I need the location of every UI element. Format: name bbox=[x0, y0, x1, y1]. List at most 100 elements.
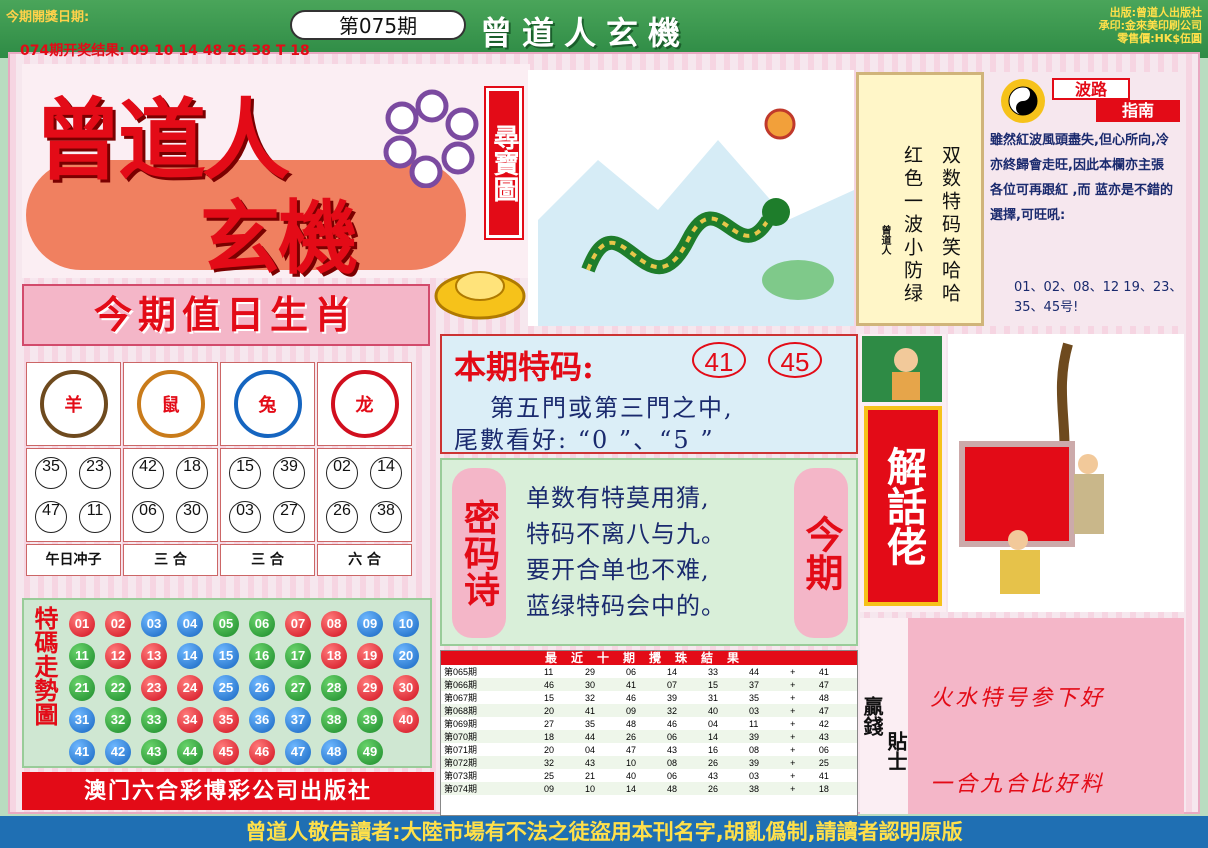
trend-ball: 42 bbox=[105, 739, 131, 765]
special-line-2: 尾數看好: “0 ”、“5 ” bbox=[454, 426, 715, 454]
issue-badge: 第075期 bbox=[290, 10, 466, 40]
trend-ball: 27 bbox=[285, 675, 311, 701]
zodiac-numbers: 35 23 47 11 bbox=[26, 448, 121, 542]
results-cell: 25 bbox=[543, 770, 554, 781]
results-cell: 21 bbox=[584, 770, 595, 781]
results-cell: 43 bbox=[708, 770, 719, 781]
trend-row: 41 42 43 44 45 46 47 48 49 bbox=[64, 736, 434, 768]
results-cell: 47 bbox=[818, 705, 829, 716]
trend-ball: 17 bbox=[285, 643, 311, 669]
trend-ball: 46 bbox=[249, 739, 275, 765]
results-cell: 37 bbox=[749, 679, 760, 690]
special-box: 本期特码: 41 45 第五門或第三門之中, 尾數看好: “0 ”、“5 ” bbox=[440, 334, 858, 454]
results-row: 第066期 46 30 41 07 15 37 +47 bbox=[441, 678, 857, 691]
trend-ball: 24 bbox=[177, 675, 203, 701]
results-cell: 第067期 bbox=[444, 693, 478, 703]
zodiac-number: 11 bbox=[79, 501, 111, 533]
trend-ball: 09 bbox=[357, 611, 383, 637]
trend-ball: 01 bbox=[69, 611, 95, 637]
brand-title: 曾道人玄機 bbox=[480, 14, 691, 52]
jiehua-panel: 解話佬 bbox=[860, 334, 946, 612]
special-number-2: 45 bbox=[768, 342, 822, 378]
trend-ball: 28 bbox=[321, 675, 347, 701]
trend-ball: 03 bbox=[141, 611, 167, 637]
results-cell: 32 bbox=[667, 705, 678, 716]
results-row: 第070期 18 44 26 06 14 39 +43 bbox=[441, 730, 857, 743]
results-cell: 第065期 bbox=[444, 667, 478, 677]
logo-area: 曾道人 玄機 尋寶圖 bbox=[22, 64, 530, 285]
poem-line: 要开合单也不难, bbox=[526, 556, 710, 584]
trend-ball: 37 bbox=[285, 707, 311, 733]
results-cell: 32 bbox=[584, 692, 595, 703]
trend-ball: 23 bbox=[141, 675, 167, 701]
results-row: 第072期 32 43 10 08 26 39 +25 bbox=[441, 756, 857, 769]
zodiac-card: 鼠 42 18 06 30 三 合 bbox=[123, 362, 218, 576]
trend-ball: 45 bbox=[213, 739, 239, 765]
special-line-1: 第五門或第三門之中, bbox=[490, 394, 734, 422]
zodiac-number: 03 bbox=[229, 501, 261, 533]
results-cell: 43 bbox=[584, 757, 595, 768]
trend-grid: 01 02 03 04 05 06 07 08 09 10 11 12 13 14 15 16 17 18 19 20… bbox=[64, 608, 434, 768]
scroll-text-2: 红色一波小防绿 bbox=[901, 145, 923, 306]
results-cell: 29 bbox=[584, 666, 595, 677]
results-row: 第073期 25 21 40 06 43 03 +41 bbox=[441, 769, 857, 782]
trend-ball: 16 bbox=[249, 643, 275, 669]
results-cell: 26 bbox=[626, 731, 637, 742]
trend-ball: 06 bbox=[249, 611, 275, 637]
results-cell: 03 bbox=[749, 770, 760, 781]
zodiac-note: 三 合 bbox=[220, 544, 315, 576]
results-cell: 14 bbox=[626, 783, 637, 794]
results-cell: 39 bbox=[749, 757, 760, 768]
results-cell: 46 bbox=[626, 692, 637, 703]
results-cell: + bbox=[790, 731, 796, 742]
zodiac-card: 龙 02 14 26 38 六 合 bbox=[317, 362, 412, 576]
trend-ball: 38 bbox=[321, 707, 347, 733]
logo-line2: 玄機 bbox=[200, 191, 358, 285]
trend-ball: 29 bbox=[357, 675, 383, 701]
zodiac-number: 42 bbox=[132, 457, 164, 489]
zodiac-number: 30 bbox=[176, 501, 208, 533]
results-cell: 43 bbox=[818, 731, 829, 742]
scroll-panel: 双数特码笑哈哈 红色一波小防绿 曾道人 bbox=[856, 72, 984, 326]
trend-ball: 20 bbox=[393, 643, 419, 669]
zodiac-banner: 今期值日生肖 bbox=[22, 284, 430, 346]
treasure-map-label: 尋寶圖 bbox=[484, 86, 524, 240]
results-cell: + bbox=[790, 718, 796, 729]
trend-ball: 19 bbox=[357, 643, 383, 669]
scene-icon bbox=[959, 342, 1104, 594]
tips-side-2: 貼士 bbox=[884, 618, 908, 814]
open-date-label: 今期開獎日期: bbox=[6, 10, 90, 25]
results-cell: 第066期 bbox=[444, 680, 478, 690]
results-cell: 06 bbox=[818, 744, 829, 755]
trend-ball: 26 bbox=[249, 675, 275, 701]
results-cell: + bbox=[790, 770, 796, 781]
results-cell: 14 bbox=[708, 731, 719, 742]
results-row: 第074期 09 10 14 48 26 38 +18 bbox=[441, 782, 857, 795]
zodiac-card: 兔 15 39 03 27 三 合 bbox=[220, 362, 315, 576]
trend-ball: 34 bbox=[177, 707, 203, 733]
poem-text: 单数有特莫用猜, 特码不离八与九。 要开合单也不难, 蓝绿特码会中的。 bbox=[526, 480, 726, 624]
results-cell: 47 bbox=[626, 744, 637, 755]
trend-ball: 35 bbox=[213, 707, 239, 733]
results-cell: 11 bbox=[749, 718, 759, 729]
results-cell: 10 bbox=[584, 783, 595, 794]
results-row: 第071期 20 04 47 43 16 08 +06 bbox=[441, 743, 857, 756]
trend-ball: 43 bbox=[141, 739, 167, 765]
trend-ball: 33 bbox=[141, 707, 167, 733]
results-cell: 09 bbox=[626, 705, 637, 716]
coins-icon bbox=[383, 89, 479, 188]
zodiac-animal-icon: 鼠 bbox=[123, 362, 218, 446]
results-cell: 06 bbox=[667, 770, 678, 781]
trend-row: 21 22 23 24 25 26 27 28 29 30 bbox=[64, 672, 434, 704]
results-cell: 44 bbox=[584, 731, 595, 742]
trend-ball: 47 bbox=[285, 739, 311, 765]
results-cell: 08 bbox=[667, 757, 678, 768]
results-cell: 30 bbox=[584, 679, 595, 690]
results-cell: 04 bbox=[584, 744, 595, 755]
zodiac-note: 午日冲子 bbox=[26, 544, 121, 576]
trend-ball: 39 bbox=[357, 707, 383, 733]
results-cell: 15 bbox=[543, 692, 554, 703]
zodiac-numbers: 42 18 06 30 bbox=[123, 448, 218, 542]
trend-ball: 04 bbox=[177, 611, 203, 637]
results-cell: 10 bbox=[626, 757, 637, 768]
